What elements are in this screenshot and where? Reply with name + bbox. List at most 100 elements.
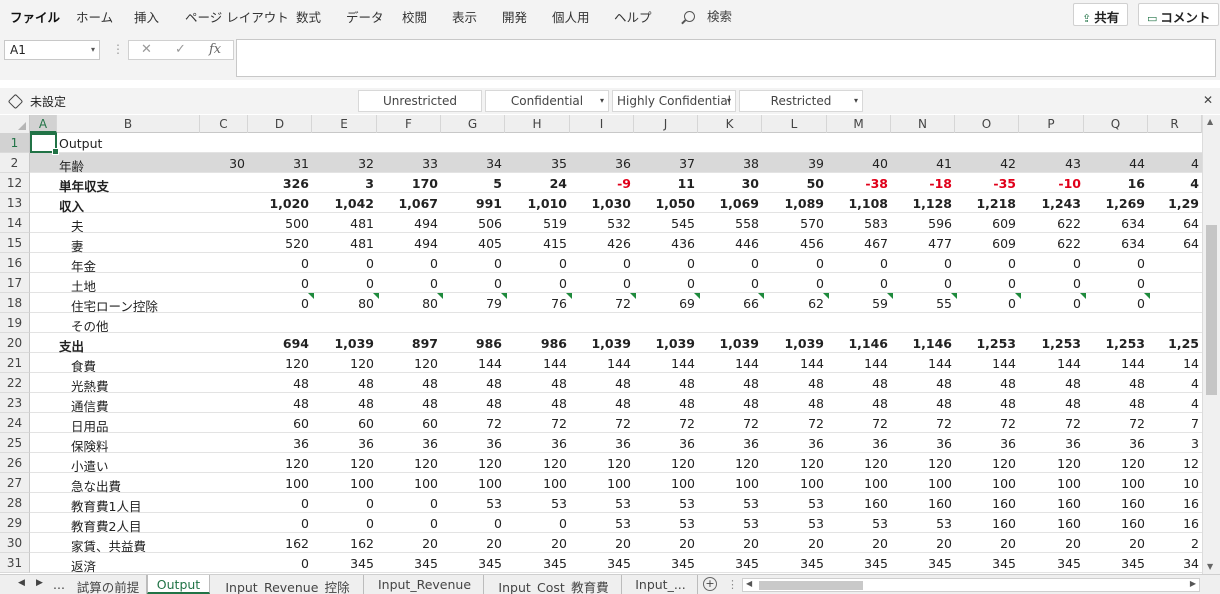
- table-cell[interactable]: 558: [698, 213, 762, 232]
- table-cell[interactable]: 72: [634, 413, 698, 432]
- table-cell[interactable]: 34: [441, 153, 505, 172]
- table-cell[interactable]: 345: [377, 553, 441, 572]
- table-cell[interactable]: 160: [827, 493, 891, 512]
- table-cell[interactable]: 100: [377, 473, 441, 492]
- tab-developer[interactable]: 開発: [502, 7, 527, 26]
- table-cell[interactable]: 72: [955, 413, 1019, 432]
- table-cell[interactable]: 11: [634, 173, 698, 192]
- row-label[interactable]: 支出: [57, 333, 84, 354]
- table-cell[interactable]: 48: [698, 373, 762, 392]
- column-header[interactable]: F: [377, 115, 441, 133]
- table-cell[interactable]: 144: [1084, 353, 1148, 372]
- table-cell[interactable]: 48: [1019, 393, 1084, 412]
- row-label[interactable]: 土地: [57, 273, 96, 294]
- row-header[interactable]: 20: [0, 333, 30, 353]
- name-box[interactable]: A1 ▾: [4, 40, 100, 60]
- column-header[interactable]: B: [57, 115, 200, 133]
- table-cell[interactable]: -35: [955, 173, 1019, 192]
- table-cell[interactable]: 44: [1084, 153, 1148, 172]
- table-cell[interactable]: 345: [955, 553, 1019, 572]
- table-cell[interactable]: 160: [1084, 513, 1148, 532]
- row-header[interactable]: 21: [0, 353, 30, 373]
- table-cell[interactable]: 48: [377, 393, 441, 412]
- table-cell[interactable]: 48: [762, 393, 827, 412]
- table-cell[interactable]: [200, 233, 248, 252]
- table-cell[interactable]: 60: [377, 413, 441, 432]
- table-cell[interactable]: 0: [891, 273, 955, 292]
- table-cell[interactable]: 16: [1148, 513, 1202, 532]
- table-cell[interactable]: 48: [441, 393, 505, 412]
- table-cell[interactable]: 60: [312, 413, 377, 432]
- table-cell[interactable]: 415: [505, 233, 570, 252]
- close-icon[interactable]: ✕: [1203, 93, 1213, 107]
- formula-input[interactable]: [236, 39, 1216, 77]
- table-cell[interactable]: 7: [1148, 413, 1202, 432]
- table-cell[interactable]: 897: [377, 333, 441, 352]
- row-header[interactable]: 1: [0, 133, 30, 153]
- table-cell[interactable]: 37: [634, 153, 698, 172]
- horizontal-scrollbar[interactable]: ◀ ▶: [742, 578, 1200, 592]
- table-cell[interactable]: 0: [570, 273, 634, 292]
- table-cell[interactable]: 100: [1019, 473, 1084, 492]
- table-cell[interactable]: 48: [312, 393, 377, 412]
- table-cell[interactable]: 48: [698, 393, 762, 412]
- table-cell[interactable]: 48: [1084, 373, 1148, 392]
- sheet-tab-input-cost-education[interactable]: Input_Cost_教育費: [486, 575, 622, 594]
- table-cell[interactable]: 53: [698, 513, 762, 532]
- tab-data[interactable]: データ: [346, 7, 384, 26]
- table-cell[interactable]: 144: [441, 353, 505, 372]
- table-cell[interactable]: 120: [827, 453, 891, 472]
- tab-help[interactable]: ヘルプ: [614, 7, 652, 26]
- table-cell[interactable]: 144: [762, 353, 827, 372]
- row-header[interactable]: 2: [0, 153, 30, 173]
- table-cell[interactable]: [200, 373, 248, 392]
- table-cell[interactable]: 160: [1019, 513, 1084, 532]
- tab-review[interactable]: 校閲: [402, 7, 427, 26]
- table-cell[interactable]: 20: [891, 533, 955, 552]
- row-label[interactable]: Output: [57, 133, 102, 152]
- table-cell[interactable]: 0: [955, 253, 1019, 272]
- scroll-thumb[interactable]: [759, 581, 863, 590]
- row-header[interactable]: 16: [0, 253, 30, 273]
- table-cell[interactable]: 0: [1019, 253, 1084, 272]
- column-header[interactable]: P: [1019, 115, 1084, 133]
- table-cell[interactable]: 40: [827, 153, 891, 172]
- table-cell[interactable]: 120: [312, 453, 377, 472]
- row-label[interactable]: 光熱費: [57, 373, 109, 394]
- table-cell[interactable]: 120: [955, 453, 1019, 472]
- table-cell[interactable]: 36: [377, 433, 441, 452]
- table-cell[interactable]: 48: [312, 373, 377, 392]
- table-cell[interactable]: 72: [827, 413, 891, 432]
- table-cell[interactable]: 5: [441, 173, 505, 192]
- table-cell[interactable]: 100: [312, 473, 377, 492]
- sheet-tab-input-revenue[interactable]: Input_Revenue: [366, 575, 484, 594]
- row-label[interactable]: 年金: [57, 253, 96, 274]
- table-cell[interactable]: 162: [312, 533, 377, 552]
- row-header[interactable]: 27: [0, 473, 30, 493]
- table-cell[interactable]: 4: [1148, 173, 1202, 192]
- row-label[interactable]: 単年収支: [57, 173, 109, 194]
- table-cell[interactable]: 53: [570, 513, 634, 532]
- table-cell[interactable]: 405: [441, 233, 505, 252]
- table-cell[interactable]: 0: [248, 513, 312, 532]
- table-cell[interactable]: 42: [955, 153, 1019, 172]
- table-cell[interactable]: 160: [955, 513, 1019, 532]
- table-cell[interactable]: 53: [827, 513, 891, 532]
- table-cell[interactable]: 3: [1148, 433, 1202, 452]
- row-header[interactable]: 25: [0, 433, 30, 453]
- table-cell[interactable]: 519: [505, 213, 570, 232]
- table-cell[interactable]: 33: [377, 153, 441, 172]
- table-cell[interactable]: 456: [762, 233, 827, 252]
- table-cell[interactable]: 1,269: [1084, 193, 1148, 212]
- table-cell[interactable]: 53: [698, 493, 762, 512]
- table-cell[interactable]: 144: [955, 353, 1019, 372]
- table-cell[interactable]: 120: [634, 453, 698, 472]
- sensitivity-confidential[interactable]: Confidential ▾: [485, 90, 609, 112]
- table-cell[interactable]: 345: [634, 553, 698, 572]
- table-cell[interactable]: 48: [634, 393, 698, 412]
- select-all-button[interactable]: [0, 115, 30, 133]
- table-cell[interactable]: 100: [570, 473, 634, 492]
- table-cell[interactable]: 1,25: [1148, 333, 1202, 352]
- table-cell[interactable]: 345: [441, 553, 505, 572]
- tab-home[interactable]: ホーム: [76, 7, 113, 26]
